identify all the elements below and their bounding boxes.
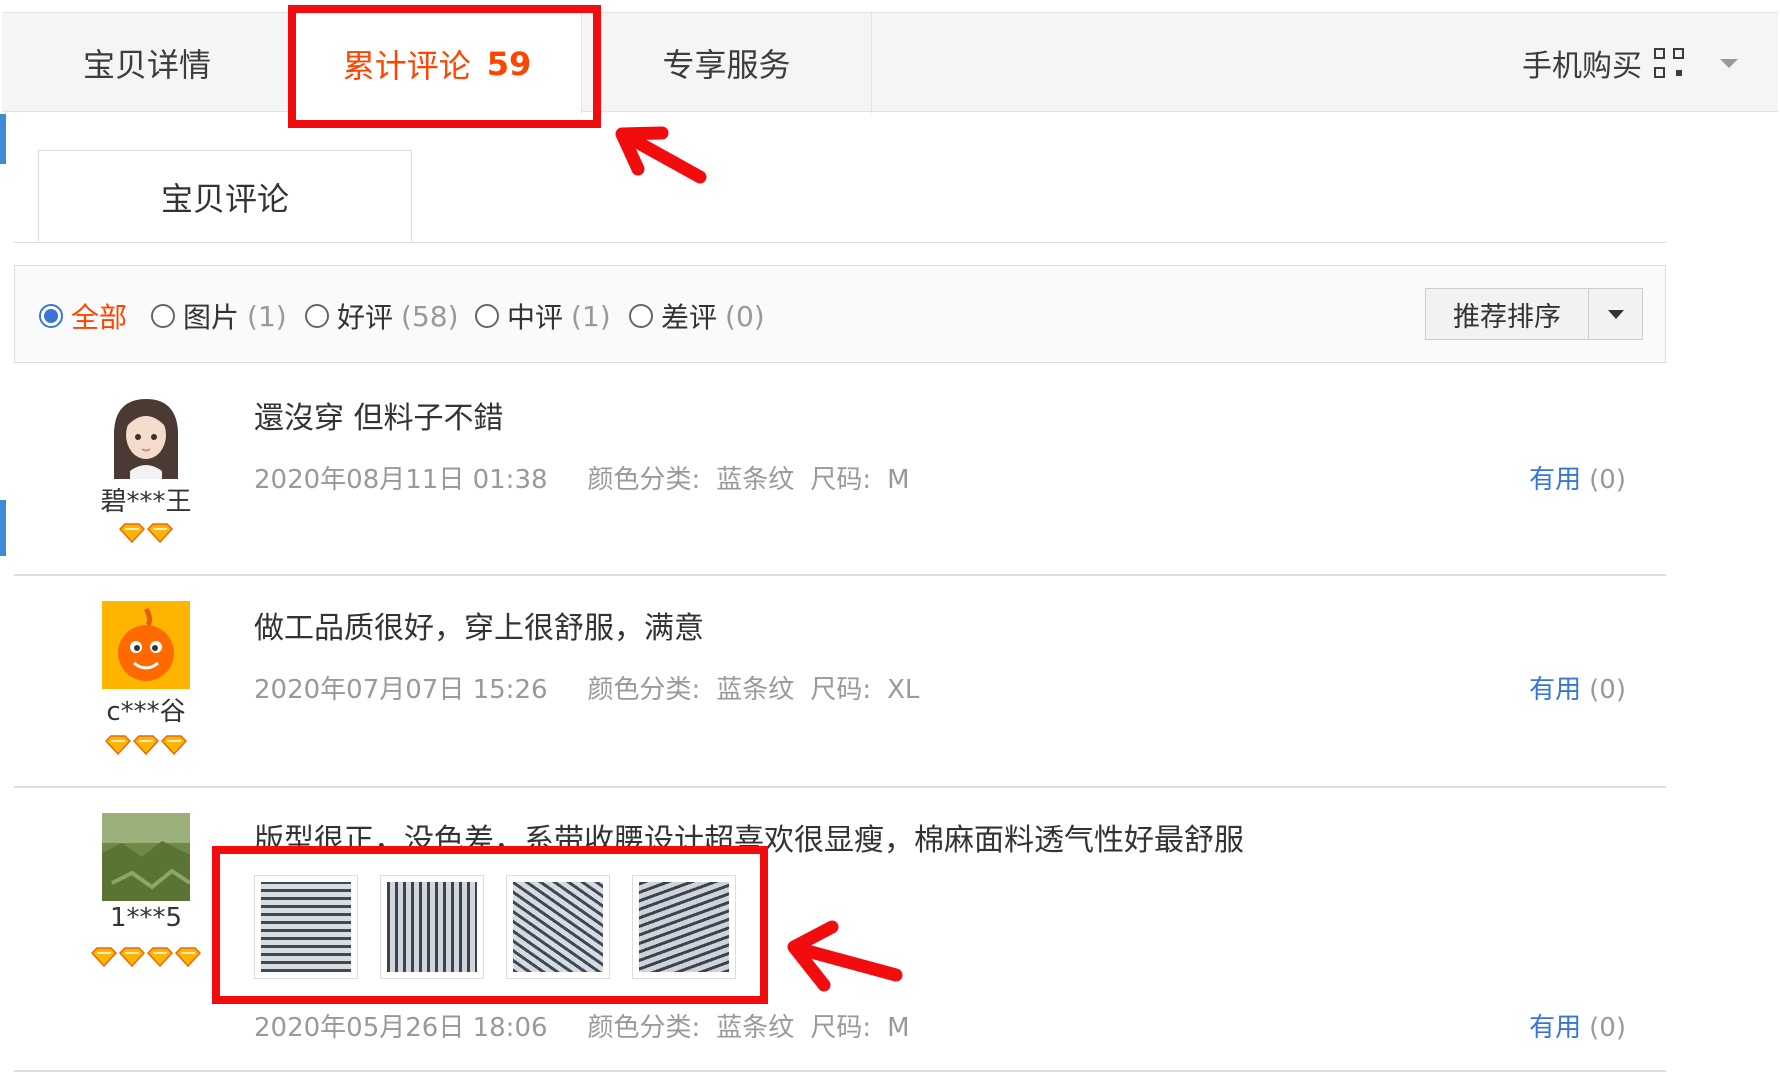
useful-count: (0)	[1589, 465, 1626, 495]
avatar	[102, 601, 190, 689]
chevron-down-icon	[1720, 58, 1738, 68]
color-value: 蓝条纹	[716, 465, 795, 495]
radio-icon	[475, 304, 499, 328]
filter-count: (58)	[401, 299, 459, 333]
mobile-buy-label: 手机购买	[1522, 49, 1642, 84]
review-meta: 2020年07月07日 15:26 颜色分类: 蓝条纹 尺码: XL	[254, 669, 935, 706]
useful-button[interactable]: 有用 (0)	[1529, 669, 1626, 706]
tab-details[interactable]: 宝贝详情	[2, 13, 292, 113]
diamond-icon	[161, 735, 187, 755]
avatar	[102, 391, 190, 479]
filter-label: 差评	[661, 301, 718, 334]
review-date: 2020年07月07日 15:26	[254, 675, 548, 705]
review-meta: 2020年08月11日 01:38 颜色分类: 蓝条纹 尺码: M	[254, 459, 926, 496]
left-marker	[0, 500, 6, 556]
user-level	[74, 735, 218, 755]
left-marker	[0, 114, 6, 164]
size-label: 尺码:	[810, 1013, 872, 1043]
radio-icon	[305, 304, 329, 328]
user-level	[74, 947, 218, 967]
diamond-icon	[175, 947, 201, 967]
filter-label: 全部	[71, 301, 128, 334]
filter-neutral[interactable]: 中评 (1)	[475, 296, 611, 336]
filter-images[interactable]: 图片 (1)	[151, 296, 287, 336]
annotation-box	[212, 846, 768, 1004]
filter-negative[interactable]: 差评 (0)	[629, 296, 765, 336]
useful-count: (0)	[1589, 1013, 1626, 1043]
divider	[14, 242, 1666, 243]
tab-service[interactable]: 专享服务	[582, 13, 872, 113]
filter-count: (1)	[571, 299, 611, 333]
review-text: 做工品质很好，穿上很舒服，满意	[254, 611, 704, 646]
useful-label: 有用	[1529, 465, 1582, 495]
review-meta: 2020年05月26日 18:06 颜色分类: 蓝条纹 尺码: M	[254, 1007, 926, 1044]
review-item: 碧***王 還沒穿 但料子不錯 2020年08月11日 01:38 颜色分类: 蓝条…	[14, 363, 1666, 576]
username: c***谷	[106, 697, 186, 727]
dropdown-arrow[interactable]	[1589, 289, 1642, 339]
color-label: 颜色分类:	[587, 675, 701, 705]
username: 碧***王	[100, 487, 192, 517]
filter-label: 图片	[183, 301, 240, 334]
diamond-icon	[133, 735, 159, 755]
size-label: 尺码:	[810, 675, 872, 705]
review-filter-bar: 全部 图片 (1) 好评 (58) 中评 (1) 差评 (0) 推荐排序	[14, 265, 1666, 363]
review-date: 2020年08月11日 01:38	[254, 465, 548, 495]
size-value: M	[887, 465, 910, 495]
sort-label: 推荐排序	[1426, 289, 1589, 339]
radio-icon	[629, 304, 653, 328]
filter-count: (1)	[247, 299, 287, 333]
sort-dropdown[interactable]: 推荐排序	[1425, 288, 1643, 340]
filter-count: (0)	[725, 299, 765, 333]
filter-label: 中评	[507, 301, 564, 334]
arrow-annotation-icon	[787, 920, 903, 992]
useful-count: (0)	[1589, 675, 1626, 705]
review-text: 還沒穿 但料子不錯	[254, 401, 504, 436]
caret-down-icon	[1607, 309, 1624, 319]
radio-selected-icon	[39, 304, 63, 328]
review-item: c***谷 做工品质很好，穿上很舒服，满意 2020年07月07日 15:26 颜…	[14, 575, 1666, 788]
useful-button[interactable]: 有用 (0)	[1529, 1007, 1626, 1044]
diamond-icon	[119, 523, 145, 543]
tab-product-reviews[interactable]: 宝贝评论	[38, 150, 412, 242]
diamond-icon	[147, 947, 173, 967]
filter-label: 好评	[337, 301, 394, 334]
useful-label: 有用	[1529, 1013, 1582, 1043]
mobile-buy-button[interactable]: 手机购买	[1508, 13, 1738, 113]
diamond-icon	[119, 947, 145, 967]
radio-icon	[151, 304, 175, 328]
size-label: 尺码:	[810, 465, 872, 495]
useful-button[interactable]: 有用 (0)	[1529, 459, 1626, 496]
size-value: M	[887, 1013, 910, 1043]
color-value: 蓝条纹	[716, 1013, 795, 1043]
annotation-box	[288, 5, 601, 128]
review-date: 2020年05月26日 18:06	[254, 1013, 548, 1043]
qr-code-icon	[1654, 48, 1684, 78]
color-label: 颜色分类:	[587, 465, 701, 495]
size-value: XL	[887, 675, 920, 705]
avatar	[102, 813, 190, 901]
user-level	[74, 523, 218, 543]
diamond-icon	[105, 735, 131, 755]
diamond-icon	[147, 523, 173, 543]
diamond-icon	[91, 947, 117, 967]
filter-positive[interactable]: 好评 (58)	[305, 296, 459, 336]
color-label: 颜色分类:	[587, 1013, 701, 1043]
username: 1***5	[109, 903, 183, 933]
arrow-annotation-icon	[615, 126, 707, 184]
useful-label: 有用	[1529, 675, 1582, 705]
color-value: 蓝条纹	[716, 675, 795, 705]
tab-bar: 宝贝详情 累计评论 59 专享服务 手机购买	[2, 12, 1778, 114]
filter-all[interactable]: 全部	[39, 296, 127, 336]
